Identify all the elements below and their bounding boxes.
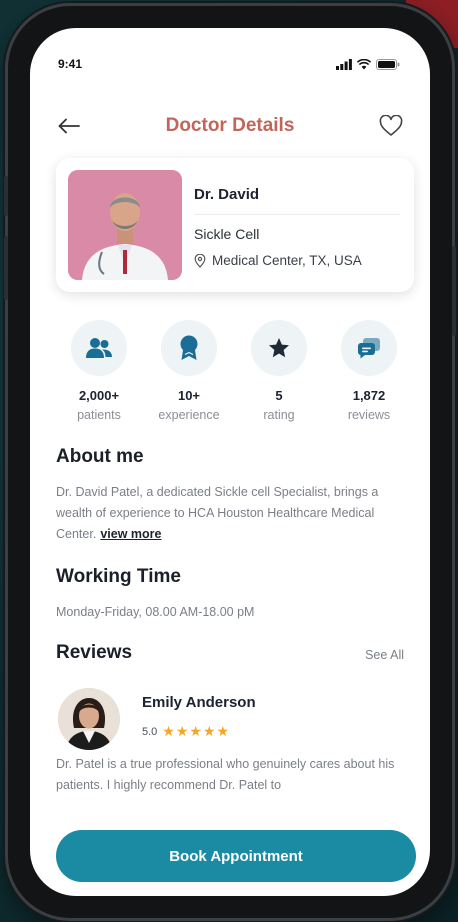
review-text: Dr. Patel is a true professional who gen… (56, 757, 395, 792)
stat-experience: 10+ experience (144, 320, 234, 422)
battery-icon (376, 58, 400, 70)
stat-value: 1,872 (352, 388, 386, 403)
working-time-title: Working Time (56, 566, 181, 587)
stats-row: 2,000+ patients 10+ experience 5 rating … (54, 320, 414, 422)
status-time: 9:41 (58, 57, 83, 71)
side-button (4, 236, 8, 300)
heart-icon (379, 115, 403, 136)
arrow-left-icon (58, 118, 80, 134)
experience-icon (180, 335, 198, 360)
signal-icon (336, 58, 352, 70)
stat-label: patients (77, 408, 121, 422)
book-appointment-button[interactable]: Book Appointment (56, 830, 416, 882)
top-nav: Doctor Details (56, 106, 404, 146)
stat-icon-circle (341, 320, 397, 376)
reviewer-rating: 5.0 ★★★★★ (142, 723, 230, 740)
doctor-photo (68, 170, 182, 280)
doctor-name: Dr. David (194, 186, 260, 203)
stat-icon-circle (251, 320, 307, 376)
side-button (452, 246, 456, 336)
avatar (58, 688, 120, 750)
stat-rating: 5 rating (234, 320, 324, 422)
star-icon (269, 338, 289, 358)
view-more-link[interactable]: view more (100, 527, 161, 541)
stat-label: reviews (347, 408, 391, 422)
doctor-card[interactable]: Dr. David Sickle Cell Medical Center, TX… (56, 158, 414, 292)
stat-icon-circle (161, 320, 217, 376)
favorite-button[interactable] (378, 113, 404, 139)
stat-value: 2,000+ (78, 388, 120, 403)
star-rating-icons: ★★★★★ (162, 723, 231, 739)
back-button[interactable] (56, 113, 82, 139)
reviews-icon (357, 338, 380, 359)
rating-value: 5.0 (142, 725, 158, 738)
doctor-location-text: Medical Center, TX, USA (212, 253, 362, 268)
side-button (4, 176, 8, 216)
stat-patients: 2,000+ patients (54, 320, 144, 422)
doctor-location: Medical Center, TX, USA (194, 253, 362, 268)
doctor-portrait (68, 170, 182, 280)
stat-reviews: 1,872 reviews (324, 320, 414, 422)
stat-icon-circle (71, 320, 127, 376)
card-divider (194, 214, 400, 215)
patients-icon (86, 338, 112, 358)
reviewer-portrait (58, 688, 120, 750)
page-title: Doctor Details (165, 115, 295, 136)
status-bar: 9:41 (58, 54, 400, 74)
phone-frame: 9:41 Doctor Details Dr. David Sickle Cel… (4, 6, 456, 918)
app-screen: 9:41 Doctor Details Dr. David Sickle Cel… (30, 28, 430, 896)
reviews-title: Reviews (56, 642, 133, 663)
stat-value: 5 (275, 388, 283, 403)
see-all-link[interactable]: See All (365, 648, 404, 662)
location-pin-icon (194, 253, 206, 268)
about-title: About me (56, 446, 144, 467)
stat-value: 10+ (177, 388, 201, 403)
doctor-specialty: Sickle Cell (194, 226, 260, 242)
about-text: Dr. David Patel, a dedicated Sickle cell… (56, 482, 406, 545)
status-icons (336, 58, 400, 70)
stat-label: experience (158, 408, 220, 422)
working-time-text: Monday-Friday, 08.00 AM-18.00 pM (56, 605, 255, 619)
stat-label: rating (263, 408, 295, 422)
reviewer-name: Emily Anderson (142, 694, 256, 711)
wifi-icon (357, 58, 371, 69)
